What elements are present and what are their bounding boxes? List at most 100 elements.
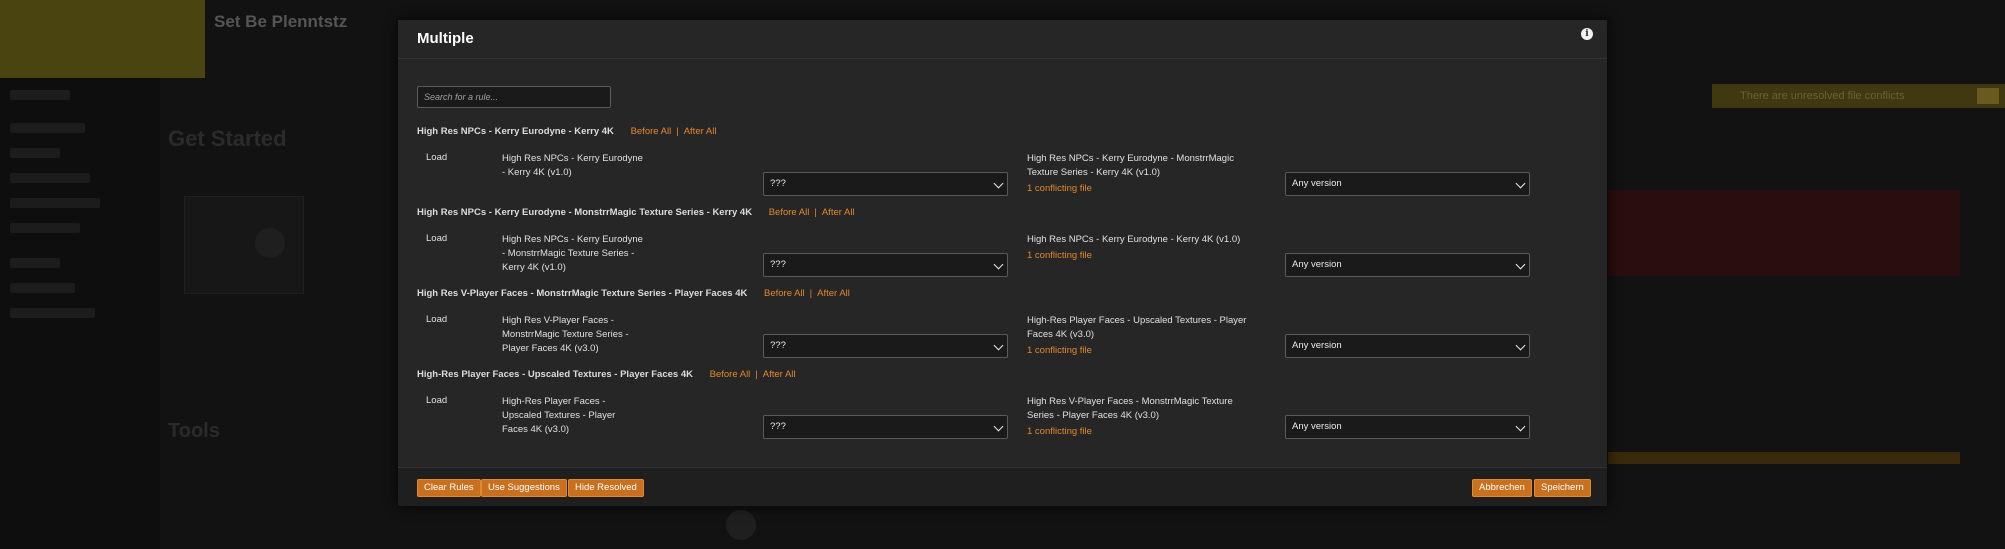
after-all-link[interactable]: After All xyxy=(684,126,717,137)
mod-name-line: Player Faces 4K (v3.0) xyxy=(502,343,599,354)
link-separator: | xyxy=(755,369,758,380)
use-suggestions-button[interactable]: Use Suggestions xyxy=(481,479,567,497)
sidebar-item xyxy=(10,223,80,233)
mod-name-line: High Res V-Player Faces - xyxy=(502,315,614,326)
chevron-down-icon xyxy=(1515,178,1526,189)
link-separator: | xyxy=(814,207,817,218)
cancel-button[interactable]: Abbrechen xyxy=(1472,479,1532,497)
rule-header: High-Res Player Faces - Upscaled Texture… xyxy=(417,369,796,380)
chevron-down-icon xyxy=(993,259,1004,270)
chevron-down-icon xyxy=(993,178,1004,189)
after-all-link[interactable]: After All xyxy=(763,369,796,380)
clear-rules-button[interactable]: Clear Rules xyxy=(417,479,481,497)
info-icon[interactable]: i xyxy=(1581,28,1593,40)
version-select[interactable]: Any version xyxy=(1285,415,1530,439)
save-button[interactable]: Speichern xyxy=(1534,479,1591,497)
play-icon xyxy=(726,510,756,540)
rule-search-input[interactable] xyxy=(417,86,611,108)
rule-row: Load High Res V-Player Faces - MonstrrMa… xyxy=(398,314,1607,374)
rule-action-label: Load xyxy=(426,152,448,163)
rule-row: Load High Res NPCs - Kerry Eurodyne - Ke… xyxy=(398,152,1607,212)
dialog-title: Multiple xyxy=(417,30,474,47)
mod-name-line: High-Res Player Faces - xyxy=(502,396,606,407)
rule-action-label: Load xyxy=(426,395,448,406)
mod-name-line: MonstrrMagic Texture Series - xyxy=(502,329,629,340)
mod-name-line: High Res NPCs - Kerry Eurodyne xyxy=(502,153,643,164)
conflict-name-line: Series - Player Faces 4K (v3.0) xyxy=(1027,410,1159,421)
conflicting-file-link[interactable]: 1 conflicting file xyxy=(1027,344,1267,358)
chevron-down-icon xyxy=(1515,421,1526,432)
sidebar-item xyxy=(10,90,70,100)
sidebar-item xyxy=(10,198,100,208)
version-value: Any version xyxy=(1292,259,1342,270)
conflicting-mod: High Res V-Player Faces - MonstrrMagic T… xyxy=(1027,395,1267,439)
conflicting-mod: High Res NPCs - Kerry Eurodyne - Kerry 4… xyxy=(1027,233,1267,263)
conflict-name-line: High Res NPCs - Kerry Eurodyne - Monstrr… xyxy=(1027,153,1234,164)
progress-bar xyxy=(1608,452,1960,464)
rule-type-value: ??? xyxy=(770,421,786,432)
conflicting-file-link[interactable]: 1 conflicting file xyxy=(1027,425,1267,439)
play-icon xyxy=(255,228,285,258)
conflicting-mod: High-Res Player Faces - Upscaled Texture… xyxy=(1027,314,1267,358)
chevron-down-icon xyxy=(993,421,1004,432)
sidebar-item xyxy=(10,308,95,318)
mod-name-line: Upscaled Textures - Player xyxy=(502,410,616,421)
rule-header: High Res NPCs - Kerry Eurodyne - Kerry 4… xyxy=(417,126,716,137)
sidebar-item xyxy=(10,258,60,268)
before-all-link[interactable]: Before All xyxy=(769,207,810,218)
sidebar-item xyxy=(10,173,90,183)
rule-title: High Res V-Player Faces - MonstrrMagic T… xyxy=(417,288,748,299)
before-all-link[interactable]: Before All xyxy=(764,288,805,299)
rule-type-select[interactable]: ??? xyxy=(763,334,1008,358)
mod-name: High Res NPCs - Kerry Eurodyne - Kerry 4… xyxy=(502,152,652,180)
link-separator: | xyxy=(809,288,813,299)
mod-name-line: High Res NPCs - Kerry Eurodyne xyxy=(502,234,643,245)
chevron-down-icon xyxy=(1515,340,1526,351)
sidebar-item xyxy=(10,123,85,133)
mod-name: High-Res Player Faces - Upscaled Texture… xyxy=(502,395,652,437)
before-all-link[interactable]: Before All xyxy=(710,369,751,380)
rule-action-label: Load xyxy=(426,233,448,244)
conflicting-mod: High Res NPCs - Kerry Eurodyne - Monstrr… xyxy=(1027,152,1267,196)
rule-type-select[interactable]: ??? xyxy=(763,253,1008,277)
dialog-footer: Clear Rules Use Suggestions Hide Resolve… xyxy=(398,467,1607,506)
rule-type-select[interactable]: ??? xyxy=(763,415,1008,439)
rule-type-select[interactable]: ??? xyxy=(763,172,1008,196)
version-value: Any version xyxy=(1292,178,1342,189)
version-select[interactable]: Any version xyxy=(1285,172,1530,196)
tools-heading: Tools xyxy=(168,420,220,442)
conflicting-file-link[interactable]: 1 conflicting file xyxy=(1027,249,1267,263)
chevron-down-icon xyxy=(1515,259,1526,270)
chevron-down-icon xyxy=(993,340,1004,351)
more-button xyxy=(1977,88,1999,104)
sidebar xyxy=(0,78,160,549)
before-all-link[interactable]: Before All xyxy=(631,126,672,137)
after-all-link[interactable]: After All xyxy=(822,207,855,218)
after-all-link[interactable]: After All xyxy=(817,288,850,299)
version-select[interactable]: Any version xyxy=(1285,253,1530,277)
version-value: Any version xyxy=(1292,340,1342,351)
game-banner xyxy=(0,0,205,78)
conflict-name-line: High-Res Player Faces - Upscaled Texture… xyxy=(1027,315,1247,326)
dialog-header: Multiple i xyxy=(398,20,1607,59)
rule-type-value: ??? xyxy=(770,259,786,270)
conflict-name-line: Faces 4K (v3.0) xyxy=(1027,329,1095,340)
version-select[interactable]: Any version xyxy=(1285,334,1530,358)
rule-type-value: ??? xyxy=(770,178,786,189)
rule-action-label: Load xyxy=(426,314,448,325)
mod-name: High Res NPCs - Kerry Eurodyne - Monstrr… xyxy=(502,233,652,275)
rule-header: High Res V-Player Faces - MonstrrMagic T… xyxy=(417,288,850,299)
conflict-name-line: High Res NPCs - Kerry Eurodyne - Kerry 4… xyxy=(1027,234,1241,245)
rule-type-value: ??? xyxy=(770,340,786,351)
mod-name-line: Kerry 4K (v1.0) xyxy=(502,262,566,273)
mod-name-line: - Kerry 4K (v1.0) xyxy=(502,167,572,178)
news-image xyxy=(1608,190,1960,276)
rule-title: High Res NPCs - Kerry Eurodyne - Kerry 4… xyxy=(417,126,614,137)
rule-row: Load High-Res Player Faces - Upscaled Te… xyxy=(398,395,1607,455)
conflicting-file-link[interactable]: 1 conflicting file xyxy=(1027,182,1267,196)
mod-name: High Res V-Player Faces - MonstrrMagic T… xyxy=(502,314,652,356)
rule-title: High Res NPCs - Kerry Eurodyne - Monstrr… xyxy=(417,207,753,218)
dashlet-card xyxy=(184,196,304,294)
get-started-heading: Get Started xyxy=(168,126,287,151)
hide-resolved-button[interactable]: Hide Resolved xyxy=(568,479,644,497)
